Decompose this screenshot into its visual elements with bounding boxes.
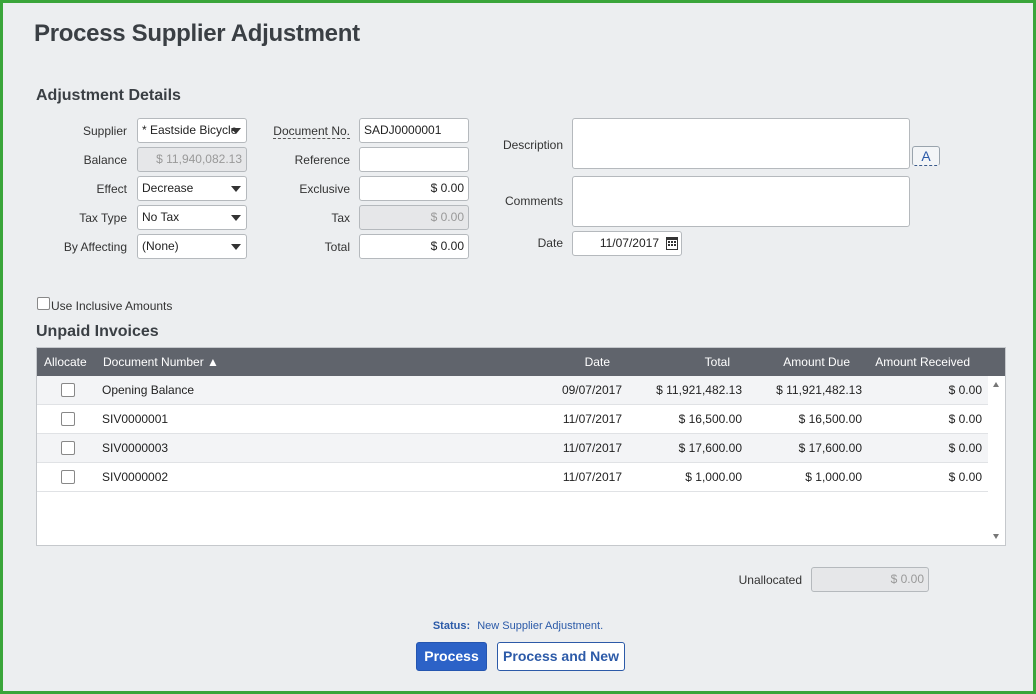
balance-label: Balance bbox=[83, 153, 127, 167]
date-label: Date bbox=[537, 236, 563, 250]
amount-received-cell[interactable]: $ 0.00 bbox=[949, 470, 982, 484]
total-cell: $ 17,600.00 bbox=[678, 441, 742, 455]
allocate-checkbox[interactable] bbox=[61, 383, 75, 397]
unallocated-field: $ 0.00 bbox=[811, 567, 929, 592]
document-number-cell: SIV0000003 bbox=[102, 441, 169, 455]
total-cell: $ 11,921,482.13 bbox=[656, 383, 742, 397]
tax-type-select[interactable]: No Tax bbox=[137, 205, 247, 230]
amount-received-cell[interactable]: $ 0.00 bbox=[949, 412, 982, 426]
date-value: 11/07/2017 bbox=[599, 236, 659, 250]
reference-input[interactable] bbox=[359, 147, 469, 172]
column-amount-due[interactable]: Amount Due bbox=[783, 355, 850, 369]
total-cell: $ 16,500.00 bbox=[678, 412, 742, 426]
amount-due-cell: $ 16,500.00 bbox=[798, 412, 862, 426]
unpaid-invoices-heading: Unpaid Invoices bbox=[36, 323, 159, 340]
calendar-icon[interactable] bbox=[666, 237, 678, 250]
status-text: New Supplier Adjustment. bbox=[477, 620, 604, 632]
column-date[interactable]: Date bbox=[585, 355, 610, 369]
by-affecting-select[interactable]: (None) bbox=[137, 234, 247, 259]
document-no-input[interactable]: SADJ0000001 bbox=[359, 118, 469, 143]
status-line: Status: New Supplier Adjustment. bbox=[0, 620, 1036, 632]
spell-check-button[interactable]: A bbox=[912, 146, 940, 166]
amount-due-cell: $ 1,000.00 bbox=[805, 470, 862, 484]
document-number-cell: SIV0000001 bbox=[102, 412, 169, 426]
balance-field: $ 11,940,082.13 bbox=[137, 147, 247, 172]
effect-label: Effect bbox=[96, 182, 127, 196]
date-input[interactable]: 11/07/2017 bbox=[572, 231, 682, 256]
table-header: Allocate Document Number ▲ Date Total Am… bbox=[37, 348, 1005, 376]
allocate-checkbox[interactable] bbox=[61, 470, 75, 484]
column-total[interactable]: Total bbox=[705, 355, 730, 369]
column-allocate[interactable]: Allocate bbox=[44, 355, 87, 369]
date-cell: 11/07/2017 bbox=[562, 470, 622, 484]
amount-received-cell[interactable]: $ 0.00 bbox=[949, 383, 982, 397]
unallocated-label: Unallocated bbox=[738, 573, 802, 587]
process-and-new-button[interactable]: Process and New bbox=[497, 642, 625, 671]
table-row[interactable]: SIV0000001 11/07/2017 $ 16,500.00 $ 16,5… bbox=[37, 405, 988, 434]
adjustment-details-heading: Adjustment Details bbox=[36, 87, 181, 104]
supplier-value: * Eastside Bicycle bbox=[142, 123, 238, 137]
effect-select[interactable]: Decrease bbox=[137, 176, 247, 201]
chevron-down-icon bbox=[231, 215, 241, 221]
scroll-down-icon[interactable] bbox=[993, 534, 999, 539]
supplier-select[interactable]: * Eastside Bicycle bbox=[137, 118, 247, 143]
tax-label: Tax bbox=[331, 211, 350, 225]
status-label: Status: bbox=[432, 620, 471, 632]
column-document-number[interactable]: Document Number ▲ bbox=[103, 355, 219, 369]
amount-due-cell: $ 11,921,482.13 bbox=[776, 383, 862, 397]
date-cell: 11/07/2017 bbox=[562, 412, 622, 426]
amount-received-cell[interactable]: $ 0.00 bbox=[949, 441, 982, 455]
column-amount-received[interactable]: Amount Received bbox=[875, 355, 970, 369]
date-cell: 11/07/2017 bbox=[562, 441, 622, 455]
total-input[interactable]: $ 0.00 bbox=[359, 234, 469, 259]
by-affecting-value: (None) bbox=[142, 239, 179, 253]
description-textarea[interactable] bbox=[572, 118, 910, 169]
table-row[interactable]: SIV0000003 11/07/2017 $ 17,600.00 $ 17,6… bbox=[37, 434, 988, 463]
comments-label: Comments bbox=[504, 194, 563, 208]
unpaid-invoices-table: Allocate Document Number ▲ Date Total Am… bbox=[36, 347, 1006, 546]
tax-type-label: Tax Type bbox=[79, 211, 127, 225]
effect-value: Decrease bbox=[142, 181, 194, 195]
tax-type-value: No Tax bbox=[142, 210, 180, 224]
comments-textarea[interactable] bbox=[572, 176, 910, 227]
total-cell: $ 1,000.00 bbox=[685, 470, 742, 484]
reference-label: Reference bbox=[294, 153, 350, 167]
exclusive-label: Exclusive bbox=[299, 182, 350, 196]
table-row[interactable]: Opening Balance 09/07/2017 $ 11,921,482.… bbox=[37, 376, 988, 405]
page-title: Process Supplier Adjustment bbox=[34, 20, 360, 47]
chevron-down-icon bbox=[231, 244, 241, 250]
date-cell: 09/07/2017 bbox=[561, 383, 622, 397]
document-no-label[interactable]: Document No. bbox=[273, 124, 350, 139]
scroll-up-icon[interactable] bbox=[993, 382, 999, 387]
by-affecting-label: By Affecting bbox=[63, 240, 127, 254]
table-row[interactable]: SIV0000002 11/07/2017 $ 1,000.00 $ 1,000… bbox=[37, 463, 988, 492]
document-number-cell: SIV0000002 bbox=[102, 470, 169, 484]
exclusive-input[interactable]: $ 0.00 bbox=[359, 176, 469, 201]
description-label: Description bbox=[502, 138, 563, 152]
document-number-cell: Opening Balance bbox=[102, 383, 195, 397]
chevron-down-icon bbox=[231, 128, 241, 134]
amount-due-cell: $ 17,600.00 bbox=[798, 441, 862, 455]
total-label: Total bbox=[324, 240, 350, 254]
tax-field: $ 0.00 bbox=[359, 205, 469, 230]
supplier-label: Supplier bbox=[82, 124, 127, 138]
chevron-down-icon bbox=[231, 186, 241, 192]
inclusive-amounts-label[interactable]: Use Inclusive Amounts bbox=[51, 299, 172, 313]
allocate-checkbox[interactable] bbox=[61, 441, 75, 455]
process-button[interactable]: Process bbox=[416, 642, 487, 671]
allocate-checkbox[interactable] bbox=[61, 412, 75, 426]
inclusive-amounts-checkbox[interactable] bbox=[37, 297, 50, 310]
